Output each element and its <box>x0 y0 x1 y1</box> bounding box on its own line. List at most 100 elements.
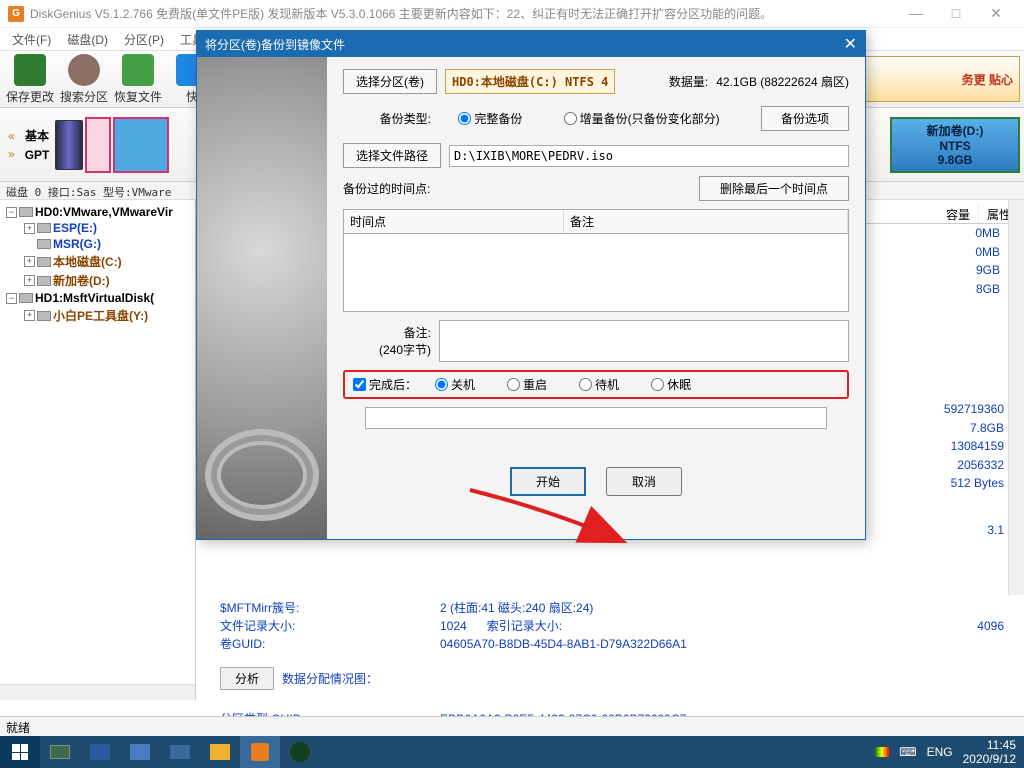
alloc-label: 数据分配情况图： <box>282 672 378 686</box>
expand-icon[interactable]: − <box>6 207 17 218</box>
info-value: 2056332 <box>944 456 1004 475</box>
toolbar-save[interactable]: 保存更改 <box>4 54 56 105</box>
toolbar-recover-files[interactable]: 恢复文件 <box>112 54 164 105</box>
tree-esp[interactable]: ESP(E:) <box>53 221 97 235</box>
hdd-icon <box>19 207 33 217</box>
tray-clock[interactable]: 11:45 2020/9/12 <box>963 738 1016 767</box>
window-titlebar: G DiskGenius V5.1.2.766 免费版(单文件PE版) 发现新版… <box>0 0 1024 28</box>
taskbar[interactable]: ⌨ ENG 11:45 2020/9/12 <box>0 736 1024 768</box>
radio-hibernate[interactable]: 休眠 <box>651 376 691 393</box>
tree-c[interactable]: 本地磁盘(C:) <box>53 253 122 270</box>
diskbar-gpt: GPT <box>25 148 50 162</box>
task-icon[interactable] <box>160 736 200 768</box>
col-remark[interactable]: 备注 <box>564 210 848 233</box>
maximize-button[interactable]: □ <box>936 5 976 22</box>
backup-type-label: 备份类型: <box>343 110 431 127</box>
col-capacity[interactable]: 容量 <box>938 204 979 223</box>
info-value: 7.8GB <box>944 419 1004 438</box>
col-timepoint[interactable]: 时间点 <box>344 210 564 233</box>
task-diskgenius-icon[interactable] <box>240 736 280 768</box>
after-complete-box: 完成后： 关机 重启 待机 休眠 <box>343 370 849 399</box>
delete-last-point-button[interactable]: 删除最后一个时间点 <box>699 176 849 201</box>
idx-label: 索引记录大小: <box>487 617 562 635</box>
tree-hd0[interactable]: HD0:VMware,VMwareVir <box>35 205 173 219</box>
past-points-label: 备份过的时间点: <box>343 180 430 197</box>
menu-disk[interactable]: 磁盘(D) <box>59 31 116 48</box>
timepoints-list[interactable] <box>343 234 849 312</box>
tree-pe[interactable]: 小白PE工具盘(Y:) <box>53 307 148 324</box>
tree-msr[interactable]: MSR(G:) <box>53 237 101 251</box>
disk-icon <box>55 120 83 170</box>
dialog-close-icon[interactable]: ✕ <box>844 34 857 54</box>
tree-scrollbar-h[interactable] <box>0 684 195 700</box>
expand-icon[interactable]: + <box>24 310 35 321</box>
expand-icon[interactable]: − <box>6 293 17 304</box>
rec-label: 文件记录大小: <box>220 617 440 635</box>
expand-icon[interactable]: + <box>24 256 35 267</box>
selected-partition-text: HD0:本地磁盘(C:) NTFS 4 <box>445 69 615 94</box>
radio-reboot[interactable]: 重启 <box>507 376 547 393</box>
cancel-button[interactable]: 取消 <box>606 467 682 496</box>
radio-full-backup[interactable]: 完整备份 <box>458 110 522 127</box>
start-button[interactable]: 开始 <box>510 467 586 496</box>
data-amount-value: 42.1GB (88222624 扇区) <box>716 73 849 90</box>
mft-label: $MFTMirr簇号: <box>220 599 440 617</box>
tree-hd1[interactable]: HD1:MsftVirtualDisk( <box>35 291 154 305</box>
remark-sublabel: (240字节) <box>343 341 431 358</box>
drive-icon <box>37 223 51 233</box>
radio-shutdown[interactable]: 关机 <box>435 376 475 393</box>
remark-textarea[interactable] <box>439 320 849 362</box>
expand-icon[interactable]: + <box>24 275 35 286</box>
app-icon: G <box>8 6 24 22</box>
dialog-title: 将分区(卷)备份到镜像文件 <box>205 36 345 53</box>
partition-esp[interactable] <box>85 117 111 173</box>
progress-field <box>365 407 827 429</box>
partition-c[interactable] <box>113 117 169 173</box>
volguid-value: 04605A70-B8DB-45D4-8AB1-D79A322D66A1 <box>440 635 687 653</box>
task-icon[interactable] <box>120 736 160 768</box>
volguid-label: 卷GUID: <box>220 635 440 653</box>
drive-icon <box>37 311 51 321</box>
toolbar-search-partition[interactable]: 搜索分区 <box>58 54 110 105</box>
info-value: 592719360 <box>944 400 1004 419</box>
idx-value: 4096 <box>977 617 1004 635</box>
radio-incremental-backup[interactable]: 增量备份(只备份变化部分) <box>564 110 720 127</box>
analyze-button[interactable]: 分析 <box>220 667 274 690</box>
menu-partition[interactable]: 分区(P) <box>116 31 172 48</box>
after-complete-checkbox[interactable]: 完成后： <box>353 376 417 393</box>
tree-d[interactable]: 新加卷(D:) <box>53 272 110 289</box>
expand-icon[interactable]: + <box>24 223 35 234</box>
minimize-button[interactable]: — <box>896 5 936 22</box>
path-input[interactable] <box>449 145 849 167</box>
tray-keyboard-icon[interactable]: ⌨ <box>899 745 916 759</box>
data-amount-label: 数据量: <box>669 73 708 90</box>
task-explorer-icon[interactable] <box>200 736 240 768</box>
tray-lang[interactable]: ENG <box>927 745 953 759</box>
drive-icon <box>37 276 51 286</box>
partition-d[interactable]: 新加卷(D:) NTFS 9.8GB <box>890 117 1020 173</box>
tray-flag-icon[interactable] <box>875 747 889 757</box>
backup-dialog: 将分区(卷)备份到镜像文件 ✕ 选择分区(卷) HD0:本地磁盘(C:) NTF… <box>196 30 866 540</box>
task-icon[interactable] <box>280 736 320 768</box>
diskbar-basic: 基本 <box>25 127 49 144</box>
mft-value: 2 (柱面:41 磁头:240 扇区:24) <box>440 599 593 617</box>
radio-standby[interactable]: 待机 <box>579 376 619 393</box>
banner-ad: 务更 贴心 <box>850 56 1020 102</box>
timepoints-header: 时间点 备注 <box>343 209 849 234</box>
task-icon[interactable] <box>80 736 120 768</box>
disk-tree[interactable]: − HD0:VMware,VMwareVir + ESP(E:) MSR(G:) +… <box>0 200 196 700</box>
dialog-sidebar-image <box>197 57 327 539</box>
backup-options-button[interactable]: 备份选项 <box>761 106 849 131</box>
dialog-titlebar[interactable]: 将分区(卷)备份到镜像文件 ✕ <box>197 31 865 57</box>
task-icon[interactable] <box>40 736 80 768</box>
diskbar-arrows[interactable]: «» <box>4 129 19 161</box>
menu-file[interactable]: 文件(F) <box>4 31 59 48</box>
close-button[interactable]: ✕ <box>976 5 1016 22</box>
drive-icon <box>37 239 51 249</box>
start-button[interactable] <box>0 736 40 768</box>
info-value: 512 Bytes <box>944 474 1004 493</box>
remark-label: 备注: <box>343 324 431 341</box>
select-path-button[interactable]: 选择文件路径 <box>343 143 441 168</box>
hdd-icon <box>19 293 33 303</box>
select-partition-button[interactable]: 选择分区(卷) <box>343 69 437 94</box>
